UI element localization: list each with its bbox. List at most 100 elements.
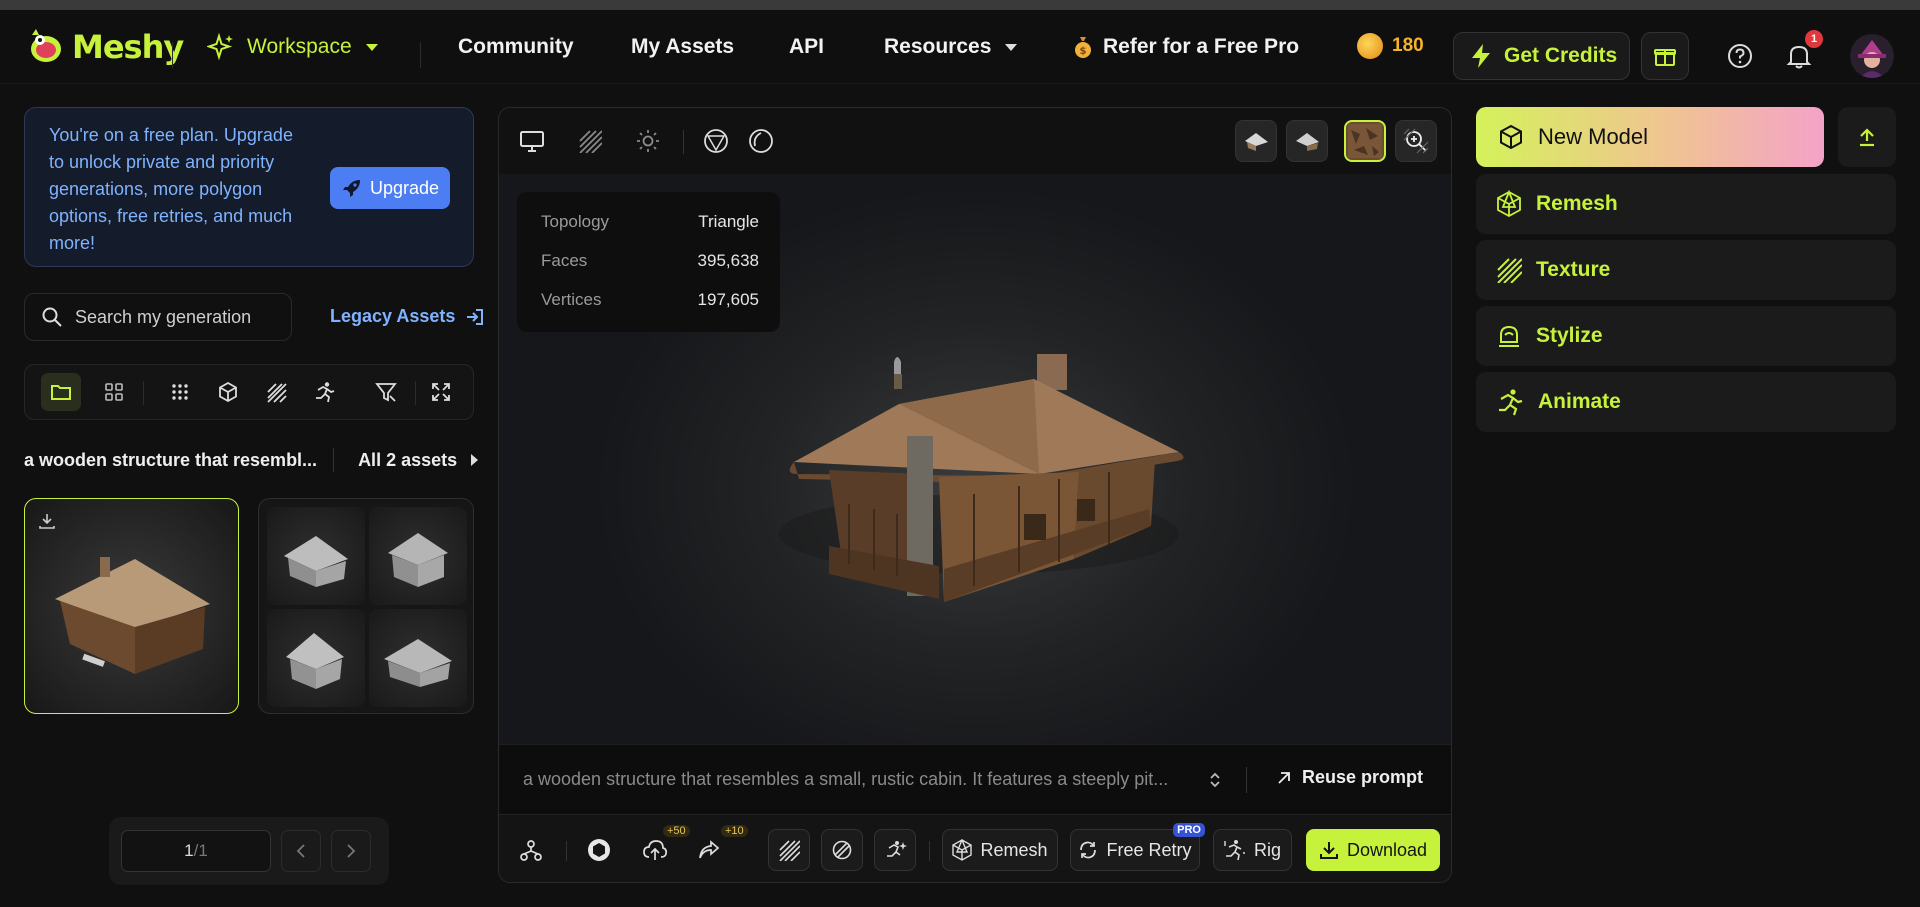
asset-thumbnail-selected[interactable] xyxy=(24,498,239,714)
download-button[interactable]: Download xyxy=(1306,829,1440,871)
variant-thumbnail[interactable] xyxy=(369,609,467,707)
animate-sparkle-icon xyxy=(887,841,907,857)
cube-badge-icon xyxy=(588,839,610,861)
help-button[interactable] xyxy=(1716,32,1764,80)
info-value: 197,605 xyxy=(697,290,759,309)
texture-icon xyxy=(1497,258,1522,283)
share-bonus-badge: +10 xyxy=(721,825,748,837)
remesh-button[interactable]: Remesh xyxy=(942,829,1058,871)
avatar-image xyxy=(1858,40,1886,78)
info-row-faces: Faces 395,638 xyxy=(541,251,759,271)
asset-filter-bar xyxy=(24,364,474,420)
info-row-topology: Topology Triangle xyxy=(541,212,759,232)
texture-map-button[interactable] xyxy=(1344,120,1386,162)
animation-filter[interactable] xyxy=(304,373,344,411)
dots-grid-icon xyxy=(172,384,188,400)
header-divider xyxy=(172,42,173,68)
upload-model-button[interactable] xyxy=(1838,107,1896,167)
variant-thumbnail[interactable] xyxy=(267,507,365,605)
nav-resources[interactable]: Resources xyxy=(884,10,1018,84)
workspace-menu[interactable]: Workspace xyxy=(207,10,378,84)
page-input[interactable]: 1/1 xyxy=(121,830,271,872)
new-model-button[interactable]: New Model xyxy=(1476,107,1824,167)
nav-community[interactable]: Community xyxy=(458,10,574,84)
lighting-button[interactable] xyxy=(629,122,667,160)
variant-thumbnail[interactable] xyxy=(267,609,365,707)
variant-thumbnail[interactable] xyxy=(369,507,467,605)
notification-badge: 1 xyxy=(1805,30,1823,48)
stylize-tool-button[interactable] xyxy=(821,829,863,871)
cabin-variant-image xyxy=(284,536,348,587)
stylize-icon xyxy=(832,840,852,860)
node-graph-button[interactable] xyxy=(511,829,551,871)
cabin-variant-image xyxy=(286,633,344,689)
expand-prompt-icon[interactable] xyxy=(1208,770,1222,790)
nav-api[interactable]: API xyxy=(789,10,824,84)
chevron-right-icon xyxy=(347,844,356,858)
free-retry-label: Free Retry xyxy=(1106,839,1192,860)
ar-view-button[interactable] xyxy=(579,829,619,871)
display-mode-button[interactable] xyxy=(513,122,551,160)
matcap-button[interactable] xyxy=(742,122,780,160)
get-credits-button[interactable]: Get Credits xyxy=(1453,32,1630,80)
legacy-assets-link[interactable]: Legacy Assets xyxy=(330,306,485,327)
reuse-prompt-button[interactable]: Reuse prompt xyxy=(1276,767,1423,788)
nav-my-assets[interactable]: My Assets xyxy=(631,10,734,84)
stylize-tool-button[interactable]: Stylize xyxy=(1476,306,1896,366)
animate-tool-button[interactable]: Animate xyxy=(1476,372,1896,432)
share-button[interactable]: +10 xyxy=(687,825,748,871)
refresh-icon xyxy=(1080,841,1097,859)
prompt-text[interactable]: a wooden structure that resembles a smal… xyxy=(523,769,1183,790)
all-assets-link[interactable]: All 2 assets xyxy=(358,450,457,471)
top-header: Meshy Workspace Community My Assets API … xyxy=(0,10,1920,84)
total-pages: /1 xyxy=(193,841,208,860)
asset-thumbnail-variants[interactable] xyxy=(258,498,474,714)
grid-view-button[interactable] xyxy=(94,373,134,411)
filter-divider xyxy=(143,381,144,405)
arrow-up-right-icon xyxy=(1278,771,1290,784)
sun-icon xyxy=(637,130,659,152)
search-input[interactable]: Search my generation xyxy=(24,293,292,341)
next-page-button[interactable] xyxy=(331,830,371,872)
all-types-filter[interactable] xyxy=(160,373,200,411)
texture-tool-button[interactable] xyxy=(768,829,810,871)
upgrade-button[interactable]: Upgrade xyxy=(330,167,450,209)
expand-icon xyxy=(432,383,450,401)
filter-divider xyxy=(415,381,416,405)
remesh-icon xyxy=(952,839,973,861)
stylize-icon xyxy=(1499,325,1519,347)
expand-button[interactable] xyxy=(421,373,461,411)
toolbar-divider xyxy=(929,841,930,861)
zoom-button[interactable] xyxy=(1395,120,1437,162)
meshy-logo[interactable]: Meshy xyxy=(26,27,184,67)
remesh-icon xyxy=(1497,190,1521,218)
gift-button[interactable] xyxy=(1641,32,1689,80)
model-filter[interactable] xyxy=(208,373,248,411)
nav-refer[interactable]: $ Refer for a Free Pro xyxy=(1073,10,1299,84)
upload-community-button[interactable]: +50 xyxy=(633,825,690,871)
wireframe-button[interactable] xyxy=(697,122,735,160)
remesh-tool-button[interactable]: Remesh xyxy=(1476,174,1896,234)
view-preset-button[interactable] xyxy=(1235,120,1277,162)
previous-page-button[interactable] xyxy=(281,830,321,872)
filter-button[interactable] xyxy=(366,373,406,411)
money-bag-icon: $ xyxy=(1075,37,1091,58)
free-retry-button[interactable]: Free Retry PRO xyxy=(1070,823,1205,871)
prompt-bar: a wooden structure that resembles a smal… xyxy=(499,744,1451,814)
user-avatar[interactable] xyxy=(1850,34,1894,78)
credits-balance[interactable]: 180 xyxy=(1357,33,1424,59)
animate-tool-button[interactable] xyxy=(874,829,916,871)
texture-filter[interactable] xyxy=(256,373,296,411)
texture-view-button[interactable] xyxy=(571,122,609,160)
rig-button[interactable]: Rig xyxy=(1213,829,1292,871)
generation-title[interactable]: a wooden structure that resembl... xyxy=(24,450,317,471)
pagination: 1/1 xyxy=(109,817,389,885)
download-label: Download xyxy=(1346,839,1428,860)
folder-view-button[interactable] xyxy=(41,373,81,411)
remesh-label: Remesh xyxy=(980,839,1048,860)
view-preset-button[interactable] xyxy=(1286,120,1328,162)
browser-top-strip xyxy=(0,0,1920,10)
meshy-logo-icon xyxy=(31,29,61,62)
generation-header: a wooden structure that resembl... All 2… xyxy=(24,448,479,472)
texture-tool-button[interactable]: Texture xyxy=(1476,240,1896,300)
